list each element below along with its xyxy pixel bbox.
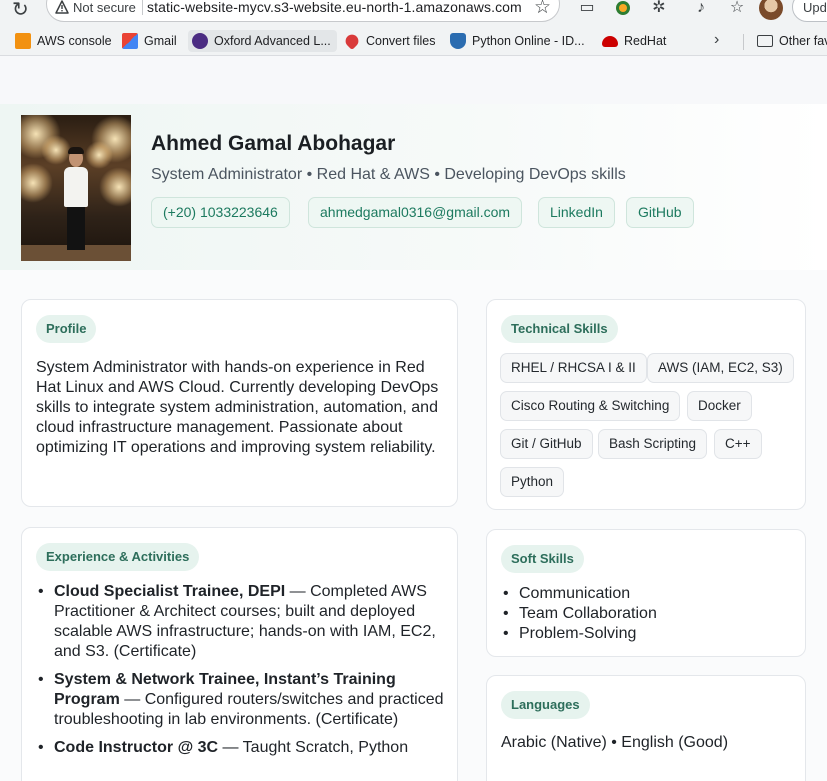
bookmark-label: Oxford Advanced L... (214, 34, 331, 48)
profile-avatar[interactable] (759, 0, 783, 20)
redhat-icon (602, 35, 618, 47)
bookmark-other-favorites[interactable]: Other fav (757, 30, 827, 52)
extension-globe-icon[interactable] (612, 0, 634, 19)
bookmark-label: AWS console (37, 34, 112, 48)
github-link[interactable]: GitHub (626, 197, 694, 228)
warning-icon[interactable] (55, 0, 69, 14)
skill-chip: Python (500, 467, 565, 497)
bookmark-label: Python Online - ID... (472, 34, 585, 48)
experience-item: Code Instructor @ 3C — Taught Scratch, P… (36, 738, 446, 758)
phone-link[interactable]: (+20) 1033223646 (151, 197, 290, 228)
page-content: Ahmed Gamal Abohagar System Administrato… (0, 56, 827, 781)
experience-item: Cloud Specialist Trainee, DEPI — Complet… (36, 582, 446, 662)
bookmark-aws-console[interactable]: AWS console (15, 30, 112, 52)
heart-icon (342, 31, 362, 51)
address-bar[interactable]: Not secure static-website-mycv.s3-websit… (46, 0, 560, 22)
bookmark-python-online[interactable]: Python Online - ID... (450, 30, 585, 52)
reading-mode-icon[interactable]: ▭ (576, 0, 598, 19)
read-aloud-icon[interactable]: ♪ (690, 0, 712, 19)
soft-skill-item: Communication (501, 584, 791, 604)
section-badge-experience: Experience & Activities (36, 543, 200, 571)
experience-list: Cloud Specialist Trainee, DEPI — Complet… (36, 582, 446, 766)
email-link[interactable]: ahmedgamal0316@gmail.com (308, 197, 523, 228)
chevron-right-icon[interactable]: › (714, 31, 719, 49)
experience-card: Experience & Activities Cloud Specialist… (21, 527, 458, 781)
bookmark-label: Other fav (779, 34, 827, 48)
skill-chip: Cisco Routing & Switching (500, 391, 681, 421)
profile-summary: System Administrator with hands-on exper… (36, 359, 439, 456)
security-status[interactable]: Not secure (73, 0, 136, 15)
profile-photo (21, 115, 131, 261)
soft-skill-item: Team Collaboration (501, 604, 791, 624)
bookmark-label: Gmail (144, 34, 177, 48)
technical-skills-card: Technical Skills RHEL / RHCSA I & II AWS… (486, 299, 806, 510)
linkedin-link[interactable]: LinkedIn (538, 197, 615, 228)
url-text[interactable]: static-website-mycv.s3-website.eu-north-… (147, 0, 522, 15)
bookmarks-bar: AWS console Gmail Oxford Advanced L... C… (0, 26, 827, 56)
section-badge-soft-skills: Soft Skills (501, 545, 584, 573)
page-top-band (0, 56, 827, 104)
bookmark-oxford[interactable]: Oxford Advanced L... (188, 30, 337, 52)
section-badge-profile: Profile (36, 315, 97, 343)
url-divider (142, 0, 143, 15)
extensions-puzzle-icon[interactable]: ✲ (648, 0, 670, 19)
bookmark-redhat[interactable]: RedHat (602, 30, 666, 52)
languages-text: Arabic (Native) • English (Good) (501, 734, 729, 751)
skill-chip: Docker (687, 391, 752, 421)
folder-icon (757, 35, 773, 47)
skill-chip: Bash Scripting (598, 429, 708, 459)
skill-chip: C++ (714, 429, 762, 459)
bookmark-label: Convert files (366, 34, 436, 48)
update-button[interactable]: Upda (792, 0, 827, 22)
gmail-icon (122, 33, 138, 49)
profile-header: Ahmed Gamal Abohagar System Administrato… (0, 104, 827, 270)
aws-icon (15, 33, 31, 49)
soft-skills-card: Soft Skills Communication Team Collabora… (486, 529, 806, 657)
shield-icon (450, 33, 466, 49)
reload-icon[interactable]: ↻ (12, 0, 29, 22)
soft-skills-list: Communication Team Collaboration Problem… (501, 584, 791, 644)
oxford-icon (192, 33, 208, 49)
experience-item: System & Network Trainee, Instant’s Trai… (36, 670, 446, 730)
browser-toolbar: ↻ Not secure static-website-mycv.s3-webs… (0, 0, 827, 26)
update-label: Upda (803, 0, 827, 15)
profile-card: Profile System Administrator with hands-… (21, 299, 458, 507)
languages-card: Languages Arabic (Native) • English (Goo… (486, 675, 806, 781)
bookmark-gmail[interactable]: Gmail (122, 30, 177, 52)
soft-skill-item: Problem-Solving (501, 624, 791, 644)
section-badge-languages: Languages (501, 691, 590, 719)
bookmarks-divider (743, 34, 744, 50)
bookmark-label: RedHat (624, 34, 667, 48)
bookmark-star-icon[interactable]: ☆ (534, 0, 551, 19)
experience-role: Cloud Specialist Trainee, DEPI (54, 583, 286, 600)
experience-role: Code Instructor @ 3C (54, 739, 219, 756)
favorites-icon[interactable]: ☆ (726, 0, 748, 19)
experience-description: — Taught Scratch, Python (218, 739, 409, 756)
person-name: Ahmed Gamal Abohagar (151, 132, 396, 155)
skill-chip: AWS (IAM, EC2, S3) (647, 353, 794, 383)
bookmark-convert-files[interactable]: Convert files (342, 30, 436, 52)
skill-chip: Git / GitHub (500, 429, 593, 459)
section-badge-technical-skills: Technical Skills (501, 315, 618, 343)
person-tagline: System Administrator • Red Hat & AWS • D… (151, 166, 626, 183)
skill-chip: RHEL / RHCSA I & II (500, 353, 647, 383)
